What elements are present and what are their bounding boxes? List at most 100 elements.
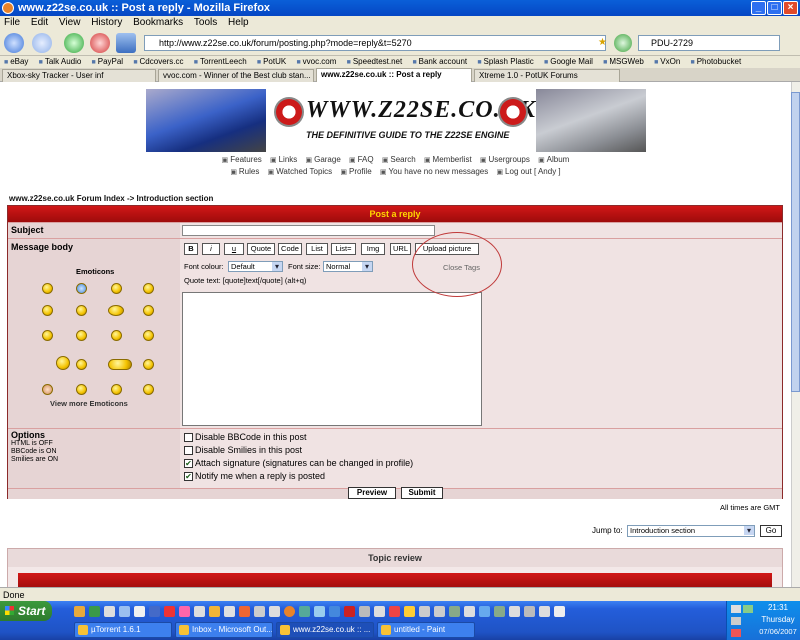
quicklaunch-icon[interactable]: [254, 606, 265, 617]
bold-button[interactable]: B: [184, 243, 198, 255]
jump-to-select[interactable]: Introduction section: [627, 525, 755, 537]
bookmark-msgweb[interactable]: MSGWeb: [603, 57, 644, 66]
font-size-select[interactable]: Normal: [323, 261, 373, 272]
nav-garage[interactable]: Garage: [306, 155, 341, 164]
smiley-icon[interactable]: [42, 283, 53, 294]
url-field[interactable]: http://www.z22se.co.uk/forum/posting.php…: [144, 35, 606, 51]
tab-xbox-sky[interactable]: Xbox-sky Tracker - User inf: [2, 69, 156, 82]
menu-history[interactable]: History: [91, 17, 122, 28]
tray-icon[interactable]: [743, 605, 753, 613]
smiley-icon[interactable]: [42, 305, 53, 316]
smiley-icon[interactable]: [143, 283, 154, 294]
nav-usergroups[interactable]: Usergroups: [480, 155, 530, 164]
smiley-icon[interactable]: [143, 384, 154, 395]
quicklaunch-icon[interactable]: [329, 606, 340, 617]
list-button[interactable]: List: [306, 243, 328, 255]
menu-help[interactable]: Help: [228, 17, 249, 28]
smiley-icon[interactable]: [42, 384, 53, 395]
smiley-icon[interactable]: [76, 283, 87, 294]
bookmark-vvoc[interactable]: vvoc.com: [296, 57, 336, 66]
scrollbar-thumb[interactable]: [791, 92, 800, 392]
message-textarea[interactable]: [182, 292, 482, 426]
bookmark-potuk[interactable]: PotUK: [257, 57, 286, 66]
img-button[interactable]: Img: [361, 243, 385, 255]
task-paint[interactable]: untitled - Paint: [377, 622, 475, 638]
start-button[interactable]: Start: [0, 601, 52, 621]
menu-view[interactable]: View: [59, 17, 81, 28]
nav-links[interactable]: Links: [270, 155, 297, 164]
bookmark-photobucket[interactable]: Photobucket: [691, 57, 742, 66]
quicklaunch-icon[interactable]: [119, 606, 130, 617]
list-numbered-button[interactable]: List=: [331, 243, 356, 255]
quicklaunch-icon[interactable]: [419, 606, 430, 617]
smiley-icon[interactable]: [111, 384, 122, 395]
stop-icon[interactable]: [90, 33, 110, 53]
bookmark-bank[interactable]: Bank account: [412, 57, 467, 66]
quicklaunch-icon[interactable]: [389, 606, 400, 617]
quicklaunch-icon[interactable]: [89, 606, 100, 617]
smiley-icon[interactable]: [56, 356, 70, 370]
nav-messages[interactable]: You have no new messages: [380, 167, 488, 176]
quicklaunch-icon[interactable]: [479, 606, 490, 617]
close-button[interactable]: ×: [783, 1, 798, 15]
bookmark-cdcovers[interactable]: Cdcovers.cc: [133, 57, 183, 66]
tab-vvoc[interactable]: vvoc.com - Winner of the Best club stan.…: [158, 69, 314, 82]
quote-button[interactable]: Quote: [247, 243, 275, 255]
quicklaunch-icon[interactable]: [269, 606, 280, 617]
tray-icon[interactable]: [731, 629, 741, 637]
nav-rules[interactable]: Rules: [230, 167, 259, 176]
quicklaunch-icon[interactable]: [164, 606, 175, 617]
smiley-icon[interactable]: [108, 359, 132, 370]
nav-profile[interactable]: Profile: [340, 167, 371, 176]
quicklaunch-icon[interactable]: [299, 606, 310, 617]
smiley-icon[interactable]: [111, 330, 122, 341]
nav-features[interactable]: Features: [222, 155, 262, 164]
disable-bbcode-checkbox[interactable]: [184, 433, 193, 442]
nav-watched-topics[interactable]: Watched Topics: [268, 167, 333, 176]
go-icon[interactable]: [614, 34, 632, 52]
breadcrumb[interactable]: www.z22se.co.uk Forum Index -> Introduct…: [9, 194, 213, 203]
nav-logout[interactable]: Log out [ Andy ]: [496, 167, 560, 176]
back-icon[interactable]: [4, 33, 24, 53]
attach-signature-checkbox[interactable]: ✔: [184, 459, 193, 468]
disable-smilies-checkbox[interactable]: [184, 446, 193, 455]
reload-icon[interactable]: [64, 33, 84, 53]
tab-xtreme[interactable]: Xtreme 1.0 - PotUK Forums: [474, 69, 620, 82]
nav-memberlist[interactable]: Memberlist: [424, 155, 472, 164]
maximize-button[interactable]: □: [767, 1, 782, 15]
code-button[interactable]: Code: [278, 243, 302, 255]
minimize-button[interactable]: _: [751, 1, 766, 15]
quicklaunch-icon[interactable]: [374, 606, 385, 617]
task-outlook[interactable]: Inbox - Microsoft Out...: [175, 622, 273, 638]
quicklaunch-icon[interactable]: [314, 606, 325, 617]
url-button[interactable]: URL: [390, 243, 411, 255]
search-field[interactable]: PDU-2729: [638, 35, 780, 51]
bookmark-google-mail[interactable]: Google Mail: [544, 57, 593, 66]
task-firefox[interactable]: www.z22se.co.uk :: ...: [276, 622, 374, 638]
quicklaunch-icon[interactable]: [194, 606, 205, 617]
font-colour-select[interactable]: Default: [228, 261, 283, 272]
quicklaunch-icon[interactable]: [134, 606, 145, 617]
quicklaunch-icon[interactable]: [344, 606, 355, 617]
nav-faq[interactable]: FAQ: [349, 155, 374, 164]
menu-bookmarks[interactable]: Bookmarks: [133, 17, 183, 28]
submit-button[interactable]: Submit: [401, 487, 443, 499]
bookmark-star-icon[interactable]: ★: [598, 37, 608, 49]
bookmark-paypal[interactable]: PayPal: [92, 57, 124, 66]
quicklaunch-icon[interactable]: [509, 606, 520, 617]
notify-reply-checkbox[interactable]: ✔: [184, 472, 193, 481]
quicklaunch-icon[interactable]: [239, 606, 250, 617]
quicklaunch-icon[interactable]: [179, 606, 190, 617]
bookmark-splash[interactable]: Splash Plastic: [477, 57, 533, 66]
quicklaunch-icon[interactable]: [524, 606, 535, 617]
menu-edit[interactable]: Edit: [31, 17, 48, 28]
quicklaunch-icon[interactable]: [209, 606, 220, 617]
bookmark-torrentleech[interactable]: TorrentLeech: [194, 57, 247, 66]
smiley-icon[interactable]: [143, 330, 154, 341]
quicklaunch-icon[interactable]: [359, 606, 370, 617]
home-icon[interactable]: [116, 33, 136, 53]
quicklaunch-icon[interactable]: [464, 606, 475, 617]
quicklaunch-icon[interactable]: [494, 606, 505, 617]
smiley-icon[interactable]: [76, 305, 87, 316]
subject-input[interactable]: [182, 225, 435, 236]
